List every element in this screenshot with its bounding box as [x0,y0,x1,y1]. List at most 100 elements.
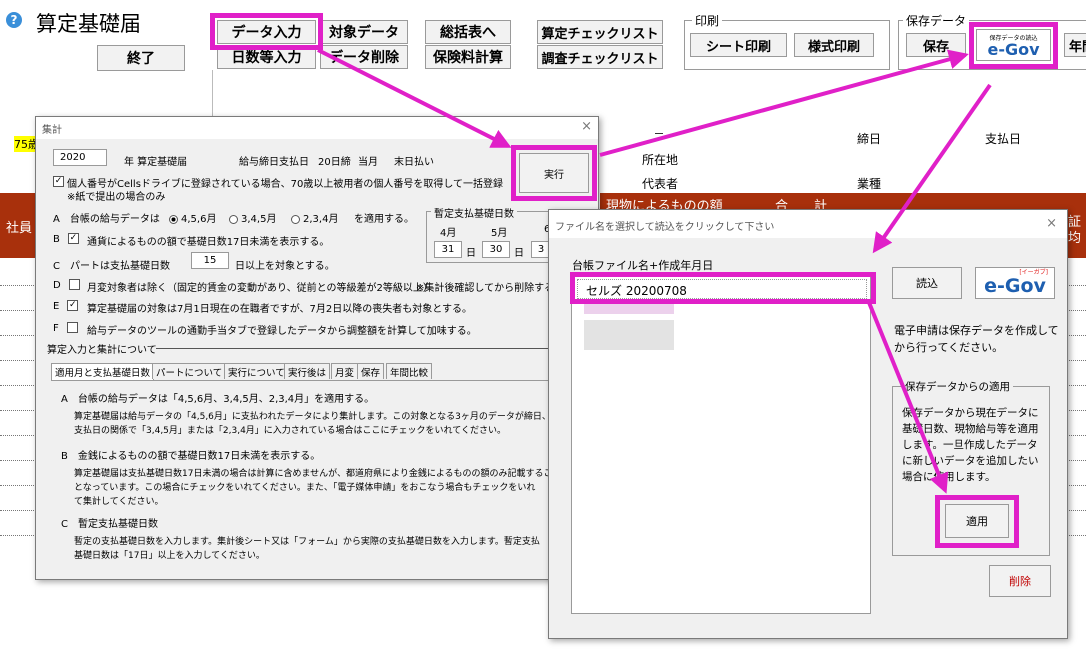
apply-group-label: 保存データからの適用 [902,379,1013,394]
year-compare-button[interactable]: 年間 [1064,33,1086,57]
sheet-line [655,133,663,134]
sheet-row-line [0,360,40,361]
checkbox-checked-icon: ✓ [67,233,79,244]
save-button[interactable]: 保存 [906,33,966,57]
exit-button[interactable]: 終了 [97,45,185,71]
sheet-print-button[interactable]: シート印刷 [690,33,787,57]
part-days-value: 15 [203,255,217,266]
file-dialog: ファイル名を選択して読込をクリックして下さい × 台帳ファイル名+作成年月日 セ… [548,209,1068,639]
tab-after[interactable]: 実行後は [284,363,331,379]
radio-icon [229,214,238,224]
year-field[interactable]: 2020 [53,149,107,166]
year-value: 2020 [60,152,86,163]
calc-checklist-button[interactable]: 算定チェックリスト [537,20,663,44]
close-icon[interactable]: × [1046,216,1057,231]
provisional-group-label: 暫定支払基礎日数 [431,205,517,220]
part-days-field[interactable]: 15 [191,252,229,269]
closing-value: 20日締 [318,157,351,168]
survey-checklist-button[interactable]: 調査チェックリスト [537,45,663,69]
about-header: 算定入力と集計について [47,345,157,356]
target-data-button[interactable]: 対象データ [320,20,408,44]
help-a-title: A 台帳の給与データは「4,5,6月、3,4,5月、2,3,4月」を適用する。 [61,394,375,405]
apply-highlight [935,495,1019,548]
egov-note: 電子申請は保存データを作成してから行ってください。 [894,324,1059,354]
opt-a-radio-234[interactable]: 2,3,4月 [291,210,338,225]
help-b-line1: 算定基礎届は支払基礎日数17日未満の場合は計算に含めませんが、都道府県により金銭… [74,469,553,479]
data-input-highlight [210,13,323,50]
opt-f-label: 給与データのツールの通勤手当タブで登録したデータから調整額を計算して加味する。 [87,326,477,337]
tab-execute[interactable]: 実行について [224,363,289,379]
blurred-file-item [584,320,674,350]
sheet-row-line [0,385,40,386]
opt-f-checkbox[interactable]: F [53,322,81,334]
opt-a-r2-label: 3,4,5月 [241,214,277,225]
calc-dialog-titlebar: 集計 × [36,117,598,139]
opt-b-label: 通貨によるものの額で基礎日数17日未満を表示する。 [87,237,330,248]
help-b-line3: て集計してください。 [74,497,164,507]
sheet-row-line [0,510,40,511]
tab-year-compare[interactable]: 年間比較 [386,363,433,379]
delete-button[interactable]: 削除 [989,565,1051,597]
help-tabs: 適用月と支払基礎日数 パートについて 実行について 実行後は 月変 保存 年間比… [51,363,596,381]
premium-calc-button[interactable]: 保険料計算 [425,45,511,69]
egov-highlight [969,22,1058,69]
help-c-line1: 暫定の支払基礎日数を入力します。集計後シート又は「フォーム」から実際の支払基礎日… [74,537,540,547]
close-icon[interactable]: × [581,119,592,134]
location-label: 所在地 [642,153,679,167]
sheet-row-line [0,435,40,436]
sheet-row-line [0,410,40,411]
payment-day-label: 支払日 [985,132,1022,146]
day-5-value: 30 [489,244,503,255]
opt-a-r1-label: 4,5,6月 [181,214,217,225]
opt-d-checkbox[interactable]: D [53,279,83,291]
checkbox-icon [66,322,78,333]
app-title: 算定基礎届 [36,12,141,36]
employee-header-text: 社員 [6,221,33,236]
help-b-line2: となっています。この場合にチェックをいれてください。また、「電子媒体申請」をおこ… [74,483,536,493]
sheet-row-line [0,310,40,311]
egov-button[interactable]: [イーガブ] e-Gov [975,267,1055,299]
mynumber-checkbox[interactable]: ✓ [53,176,67,188]
radio-selected-icon [169,214,178,224]
payday-value: 末日払い [394,157,434,168]
sheet-row-line [0,285,40,286]
opt-d-note: ※集計後確認してから削除するこ [416,283,565,294]
day-5-field[interactable]: 30 [482,241,510,258]
summary-table-button[interactable]: 総括表へ [425,20,511,44]
list-header: 台帳ファイル名+作成年月日 [572,259,714,272]
opt-a-radio-456[interactable]: 4,5,6月 [169,210,216,225]
sheet-row-line [0,535,40,536]
opt-a-r3-label: 2,3,4月 [303,214,339,225]
tab-apply-month[interactable]: 適用月と支払基礎日数 [51,363,155,380]
month-5-label: 5月 [491,228,508,239]
day-6-value: 3 [537,244,545,255]
opt-a-suffix: を適用する。 [354,214,414,225]
opt-b-checkbox[interactable]: B ✓ [53,233,82,245]
arrow-to-egov [599,49,969,157]
tab-part[interactable]: パートについて [152,363,227,379]
radio-icon [291,214,300,224]
checkbox-icon [68,279,80,290]
sheet-row-line [0,335,40,336]
year-suffix: 年 算定基礎届 [124,157,188,168]
day-4-field[interactable]: 31 [434,241,462,258]
egov-logo-icon: e-Gov [984,275,1046,297]
opt-a-radio-345[interactable]: 3,4,5月 [229,210,276,225]
tab-monthly-change[interactable]: 月変 [331,363,359,379]
form-print-button[interactable]: 様式印刷 [794,33,874,57]
closing-day-label: 締日 [857,132,882,146]
checkbox-checked-icon: ✓ [53,176,64,187]
load-button[interactable]: 読込 [892,267,962,299]
data-delete-button[interactable]: データ削除 [320,45,408,69]
mynumber-note: ※紙で提出の場合のみ [67,192,166,203]
opt-c-suffix: 日以上を対象とする。 [235,261,335,272]
file-dialog-title: ファイル名を選択して読込をクリックして下さい [555,222,775,233]
opt-a-label: A 台帳の給与データは [53,214,160,225]
opt-e-checkbox[interactable]: E ✓ [53,300,81,312]
about-divider [156,348,596,349]
checkbox-checked-icon: ✓ [67,300,79,311]
tab-save[interactable]: 保存 [357,363,385,379]
right-header-text-2: 均 [1068,231,1082,246]
month-label: 当月 [358,157,378,168]
help-icon[interactable]: ? [6,12,22,28]
